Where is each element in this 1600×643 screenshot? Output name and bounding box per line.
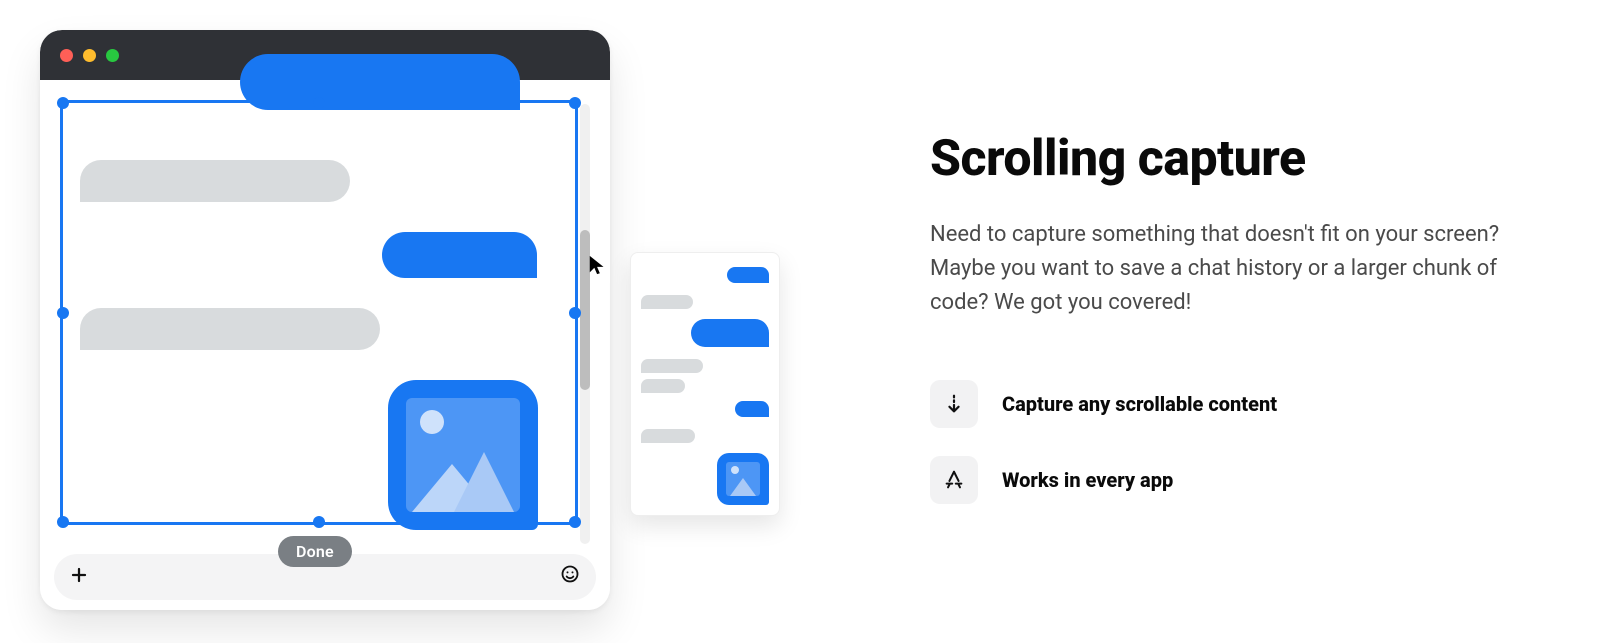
capture-done-button[interactable]: Done <box>278 536 352 567</box>
chat-bubble-received <box>641 429 695 443</box>
chat-bubble-received <box>80 308 380 350</box>
feature-item: Capture any scrollable content <box>930 380 1530 428</box>
feature-copy: Scrolling capture Need to capture someth… <box>930 130 1530 532</box>
chat-image-attachment <box>717 453 769 505</box>
chat-bubble-sent <box>240 54 520 110</box>
chat-bubble-received <box>641 359 703 373</box>
chat-bubble-sent <box>735 401 769 417</box>
arrow-down-dashed-icon <box>930 380 978 428</box>
chat-image-attachment <box>388 380 538 530</box>
feature-body: Need to capture something that doesn't f… <box>930 218 1530 320</box>
image-icon <box>726 462 760 496</box>
chat-bubble-received <box>80 160 350 202</box>
chat-bubble-sent <box>691 319 769 347</box>
app-store-icon <box>930 456 978 504</box>
emoji-icon[interactable] <box>560 564 580 590</box>
window-close-dot[interactable] <box>60 49 73 62</box>
chat-bubble-received <box>641 379 685 393</box>
feature-headline: Scrolling capture <box>930 130 1530 188</box>
add-attachment-icon[interactable] <box>70 565 88 590</box>
feature-item-label: Capture any scrollable content <box>1002 392 1277 416</box>
mock-app-window <box>40 30 610 610</box>
capture-preview-thumbnail <box>630 252 780 516</box>
feature-item-label: Works in every app <box>1002 468 1173 492</box>
image-icon <box>406 398 520 512</box>
chat-bubble-received <box>641 295 693 309</box>
cursor-icon <box>587 254 609 276</box>
chat-bubble-sent <box>727 267 769 283</box>
window-zoom-dot[interactable] <box>106 49 119 62</box>
chat-body <box>40 80 610 610</box>
window-minimize-dot[interactable] <box>83 49 96 62</box>
chat-bubble-sent <box>382 232 537 278</box>
feature-item: Works in every app <box>930 456 1530 504</box>
